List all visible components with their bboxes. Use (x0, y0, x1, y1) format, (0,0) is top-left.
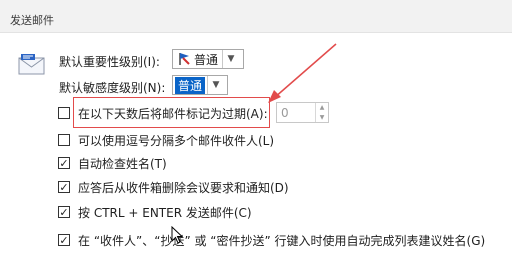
sensitivity-label: 默认敏感度级别(N): (59, 81, 166, 95)
comma-separator-label: 可以使用逗号分隔多个邮件收件人(L) (78, 134, 275, 148)
chevron-down-icon[interactable]: ▼ (207, 76, 224, 94)
envelope-icon (18, 54, 45, 75)
expire-days-spinner[interactable]: 0 ▲ ▼ (276, 102, 329, 123)
comma-separator-checkbox[interactable] (58, 134, 70, 146)
expire-days-value: 0 (281, 105, 289, 120)
importance-label: 默认重要性级别(I): (59, 55, 160, 69)
expire-label: 在以下天数后将邮件标记为过期(A): (78, 107, 268, 121)
sensitivity-select[interactable]: 普通 ▼ (172, 75, 228, 95)
delete-meeting-requests-label: 应答后从收件箱删除会议要求和通知(D) (78, 181, 289, 195)
importance-select[interactable]: 普通 ▼ (172, 49, 244, 69)
autocomplete-list-checkbox[interactable]: ✓ (58, 234, 70, 246)
section-header (0, 0, 512, 33)
arrow-cursor-icon (171, 226, 183, 244)
spinner-up-icon[interactable]: ▲ (316, 103, 328, 113)
importance-value: 普通 (194, 52, 219, 67)
annotation-arrow (268, 43, 337, 103)
ctrl-enter-send-label: 按 CTRL + ENTER 发送邮件(C) (78, 206, 252, 220)
expire-checkbox[interactable] (58, 107, 70, 119)
flag-icon (179, 53, 190, 65)
delete-meeting-requests-checkbox[interactable]: ✓ (58, 181, 70, 193)
ctrl-enter-send-checkbox[interactable]: ✓ (58, 206, 70, 218)
auto-check-names-checkbox[interactable]: ✓ (58, 157, 70, 169)
autocomplete-list-label: 在 “收件人”、“抄送” 或 “密件抄送” 行键入时使用自动完成列表建议姓名(G… (78, 234, 486, 248)
chevron-down-icon[interactable]: ▼ (222, 50, 239, 68)
auto-check-names-label: 自动检查姓名(T) (78, 157, 167, 171)
spinner-down-icon[interactable]: ▼ (316, 113, 328, 123)
sensitivity-value: 普通 (175, 76, 206, 94)
section-title: 发送邮件 (10, 14, 54, 27)
